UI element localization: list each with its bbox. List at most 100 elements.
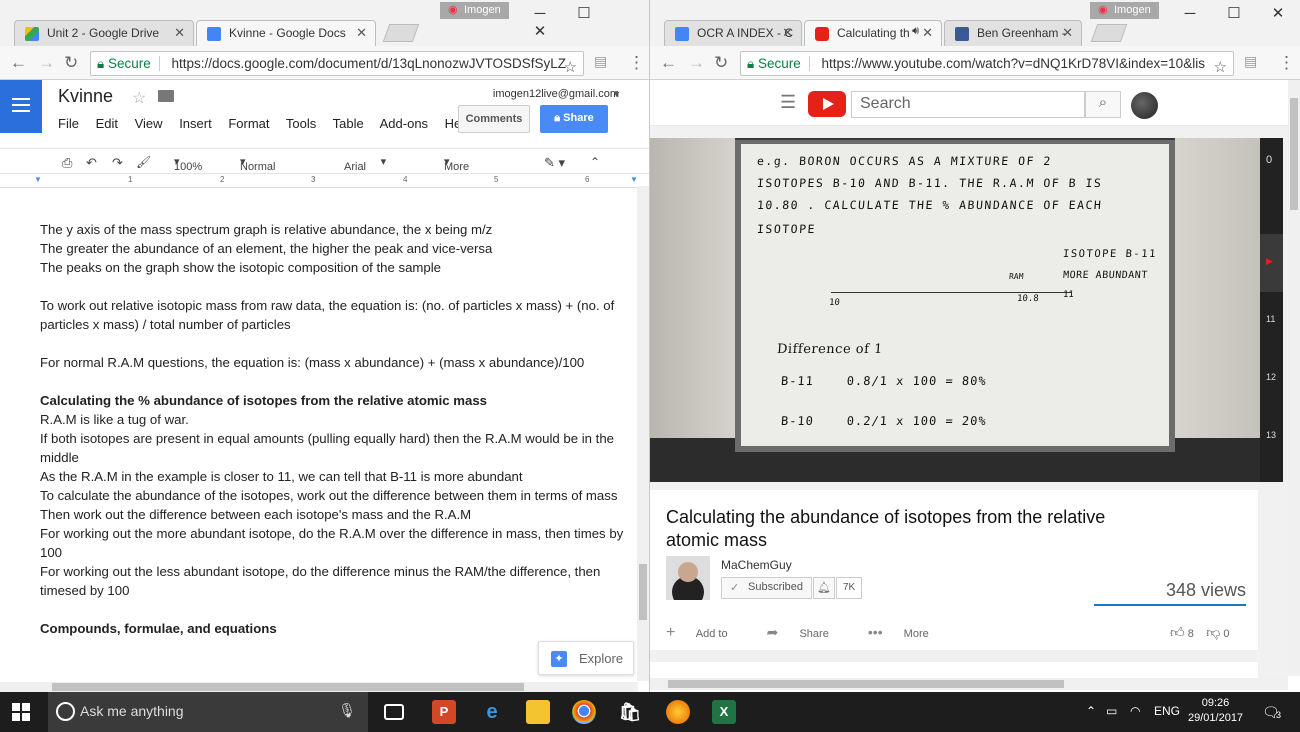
like-button[interactable]: 👍︎ 8 bbox=[1170, 624, 1194, 640]
style-select[interactable]: Normal text ▾ bbox=[240, 155, 275, 185]
task-view-icon[interactable] bbox=[384, 704, 404, 720]
docs-vertical-scrollbar[interactable] bbox=[637, 186, 649, 681]
extension-icon[interactable]: ▤ bbox=[1244, 53, 1257, 70]
maximize-icon[interactable]: ☐ bbox=[562, 4, 606, 22]
docs-menu-icon[interactable] bbox=[0, 80, 42, 133]
excel-icon[interactable]: X bbox=[712, 700, 736, 724]
menu-file[interactable]: File bbox=[58, 116, 79, 131]
microphone-icon[interactable]: 🎙︎ bbox=[338, 702, 356, 719]
chevron-down-icon[interactable]: ▼ bbox=[612, 89, 621, 99]
new-tab-button[interactable] bbox=[1090, 24, 1128, 42]
minimize-icon[interactable]: ─ bbox=[1168, 5, 1212, 22]
scroll-thumb[interactable] bbox=[639, 564, 647, 620]
document-title[interactable]: Kvinne bbox=[58, 86, 113, 107]
subscribed-button[interactable]: Subscribed bbox=[721, 577, 813, 599]
extension-icon[interactable]: ▤ bbox=[594, 53, 607, 70]
bookmark-star-icon[interactable]: ☆ bbox=[1214, 58, 1227, 75]
maximize-icon[interactable]: ☐ bbox=[1212, 4, 1256, 22]
menu-addons[interactable]: Add-ons bbox=[380, 116, 428, 131]
redo-icon[interactable]: ↷ bbox=[112, 155, 123, 171]
more-button[interactable]: ••• More bbox=[868, 624, 947, 640]
print-icon[interactable]: ⎙ bbox=[62, 155, 72, 171]
youtube-vertical-scrollbar[interactable] bbox=[1288, 80, 1300, 676]
youtube-search-input[interactable]: Search bbox=[851, 91, 1085, 118]
indent-marker-icon[interactable]: ▼ bbox=[34, 175, 42, 184]
playlist-sidebar[interactable]: 0 ▶ 11 12 13 bbox=[1260, 138, 1283, 482]
tab-youtube[interactable]: Calculating th 🔊︎ ✕ bbox=[804, 20, 942, 47]
star-icon[interactable]: ☆ bbox=[132, 88, 146, 108]
bookmark-star-icon[interactable]: ☆ bbox=[564, 58, 577, 75]
right-indent-marker-icon[interactable]: ▼ bbox=[630, 175, 638, 184]
chrome-menu-icon[interactable]: ⋮ bbox=[628, 53, 645, 73]
folder-icon[interactable] bbox=[158, 90, 174, 102]
undo-icon[interactable]: ↶ bbox=[86, 155, 97, 171]
chrome-menu-icon[interactable]: ⋮ bbox=[1278, 53, 1295, 73]
powerpoint-icon[interactable]: P bbox=[432, 700, 456, 724]
youtube-logo[interactable] bbox=[808, 91, 846, 117]
share-button[interactable]: ➦ Share bbox=[767, 624, 847, 640]
menu-view[interactable]: View bbox=[135, 116, 163, 131]
collapse-icon[interactable]: ⌃ bbox=[590, 155, 600, 169]
explore-button[interactable]: ✦ Explore bbox=[538, 641, 634, 675]
profile-badge[interactable]: Imogen bbox=[440, 2, 509, 19]
speaker-icon[interactable]: 🔊︎ bbox=[912, 25, 919, 38]
wifi-icon[interactable]: ◠ bbox=[1130, 704, 1140, 718]
show-hidden-icons-icon[interactable]: ⌃ bbox=[1086, 704, 1096, 718]
font-select[interactable]: Arial ▾ bbox=[344, 155, 386, 173]
address-bar[interactable]: 🔒︎ Secure https://www.youtube.com/watch?… bbox=[740, 51, 1234, 76]
zoom-select[interactable]: 100% ▾ bbox=[174, 155, 202, 173]
hamburger-menu-icon[interactable]: ☰ bbox=[780, 92, 796, 113]
account-email[interactable]: imogen12live@gmail.com bbox=[493, 88, 619, 100]
menu-edit[interactable]: Edit bbox=[96, 116, 118, 131]
tab-ocr-index[interactable]: OCR A INDEX - C ✕ bbox=[664, 20, 802, 46]
address-bar[interactable]: 🔒︎ Secure https://docs.google.com/docume… bbox=[90, 51, 584, 76]
paint-format-icon[interactable]: 🖌︎ bbox=[136, 155, 151, 169]
comments-button[interactable]: Comments bbox=[458, 105, 530, 133]
profile-badge[interactable]: Imogen bbox=[1090, 2, 1159, 19]
file-explorer-icon[interactable] bbox=[526, 700, 550, 724]
reload-icon[interactable]: ↻ bbox=[64, 53, 78, 73]
close-tab-icon[interactable]: ✕ bbox=[782, 25, 793, 41]
search-icon[interactable]: ⌕ bbox=[1085, 91, 1121, 118]
avatar[interactable] bbox=[1131, 92, 1158, 119]
language-indicator[interactable]: ENG bbox=[1154, 704, 1180, 718]
menu-format[interactable]: Format bbox=[228, 116, 269, 131]
close-window-icon[interactable]: ✕ bbox=[518, 22, 562, 40]
new-tab-button[interactable] bbox=[382, 24, 420, 42]
chrome-icon[interactable] bbox=[572, 700, 596, 724]
channel-avatar[interactable] bbox=[666, 556, 710, 600]
channel-name[interactable]: MaChemGuy bbox=[721, 558, 792, 572]
close-tab-icon[interactable]: ✕ bbox=[356, 25, 367, 41]
system-clock[interactable]: 09:26 29/01/2017 bbox=[1188, 696, 1243, 726]
cortana-search-input[interactable]: Ask me anything 🎙︎ bbox=[48, 692, 368, 732]
tab-google-docs[interactable]: Kvinne - Google Docs ✕ bbox=[196, 20, 376, 47]
menu-tools[interactable]: Tools bbox=[286, 116, 316, 131]
battery-icon[interactable]: ▭ bbox=[1106, 704, 1117, 718]
scroll-thumb[interactable] bbox=[1290, 98, 1298, 210]
youtube-horizontal-scrollbar[interactable] bbox=[650, 678, 1288, 690]
close-tab-icon[interactable]: ✕ bbox=[174, 25, 185, 41]
document-body[interactable]: The y axis of the mass spectrum graph is… bbox=[40, 220, 630, 638]
firefox-icon[interactable] bbox=[666, 700, 690, 724]
more-button[interactable]: More ▾ bbox=[444, 155, 469, 173]
dislike-button[interactable]: 👎︎ 0 bbox=[1206, 624, 1229, 640]
windows-start-icon[interactable] bbox=[12, 703, 32, 721]
back-icon[interactable]: ← bbox=[660, 53, 677, 73]
reload-icon[interactable]: ↻ bbox=[714, 53, 728, 73]
scroll-thumb[interactable] bbox=[668, 680, 1064, 688]
scroll-thumb[interactable] bbox=[52, 683, 524, 691]
bell-icon[interactable]: 🔔︎ bbox=[813, 577, 835, 599]
back-icon[interactable]: ← bbox=[10, 53, 27, 73]
editing-mode-icon[interactable]: ✎ ▾ bbox=[544, 155, 565, 171]
tab-facebook[interactable]: Ben Greenham - ✕ bbox=[944, 20, 1082, 46]
share-button[interactable]: 🔒︎ Share bbox=[540, 105, 608, 133]
forward-icon[interactable]: → bbox=[38, 53, 55, 73]
menu-table[interactable]: Table bbox=[333, 116, 364, 131]
tab-google-drive[interactable]: Unit 2 - Google Drive ✕ bbox=[14, 20, 194, 46]
edge-icon[interactable]: e bbox=[480, 700, 504, 724]
docs-horizontal-scrollbar[interactable] bbox=[0, 682, 638, 692]
minimize-icon[interactable]: ─ bbox=[518, 5, 562, 22]
menu-insert[interactable]: Insert bbox=[179, 116, 212, 131]
store-icon[interactable]: 🛍︎ bbox=[618, 700, 642, 724]
close-tab-icon[interactable]: ✕ bbox=[1062, 25, 1073, 41]
